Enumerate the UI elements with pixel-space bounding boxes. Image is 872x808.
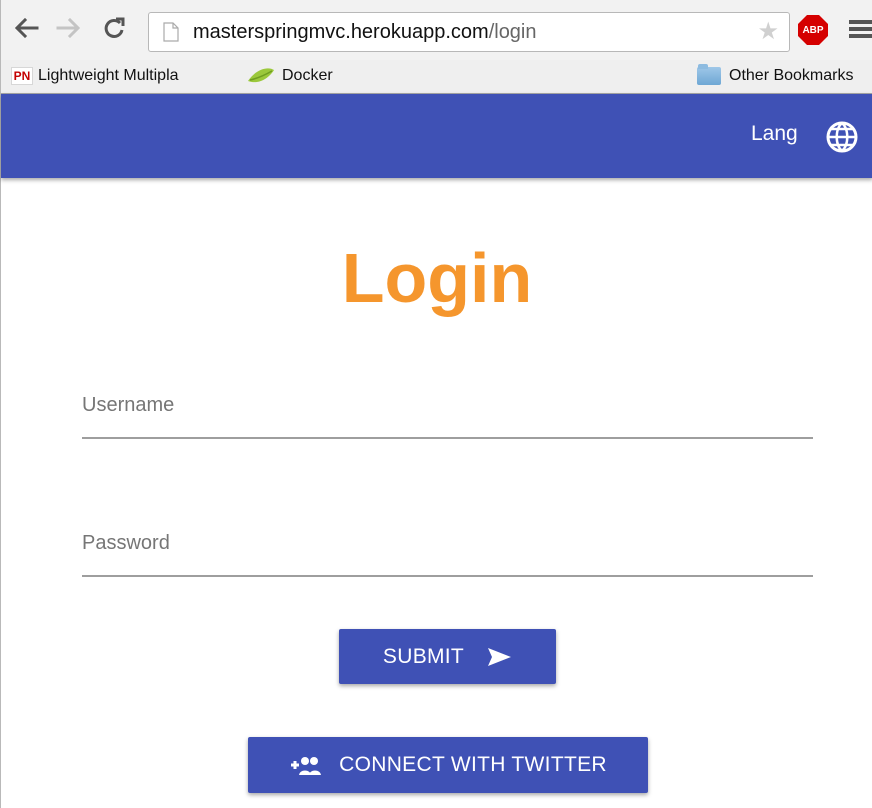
bookmark-folder-other[interactable]: Other Bookmarks [697, 64, 853, 88]
leaf-icon [248, 68, 274, 83]
bookmark-label: Docker [282, 67, 333, 84]
submit-label: SUBMIT [382, 644, 465, 668]
browser-window: masterspringmvc.herokuapp.com/login ★ AB… [0, 0, 872, 808]
send-icon [488, 647, 512, 666]
username-input[interactable] [82, 385, 813, 425]
adblock-icon[interactable]: ABP [798, 15, 828, 45]
bookmark-label: Lightweight Multipla [38, 67, 179, 84]
browser-toolbar: masterspringmvc.herokuapp.com/login ★ AB… [1, 0, 872, 60]
forward-icon[interactable] [54, 14, 82, 42]
address-bar[interactable]: masterspringmvc.herokuapp.com/login ★ [148, 12, 790, 52]
bookmarks-bar: PN Lightweight Multipla Docker Other Boo… [1, 60, 872, 94]
star-icon[interactable]: ★ [757, 20, 779, 44]
page-icon [163, 22, 179, 42]
url-text: masterspringmvc.herokuapp.com/login [193, 21, 537, 44]
url-domain: masterspringmvc.herokuapp.com [193, 21, 489, 43]
password-field[interactable] [82, 523, 813, 577]
adblock-label: ABP [802, 24, 824, 36]
connect-twitter-button[interactable]: CONNECT WITH TWITTER [248, 737, 648, 793]
language-label[interactable]: Lang [751, 122, 798, 146]
add-people-icon [291, 757, 322, 775]
globe-icon[interactable] [825, 120, 859, 154]
password-input[interactable] [82, 523, 813, 563]
twitter-label: CONNECT WITH TWITTER [339, 753, 607, 776]
menu-icon[interactable] [849, 20, 872, 38]
bookmark-label: Other Bookmarks [729, 67, 854, 84]
bookmark-docker[interactable]: Docker [247, 64, 333, 88]
page-title: Login [341, 239, 533, 317]
username-field[interactable] [82, 385, 813, 439]
bookmark-lightweight-multiplayer[interactable]: PN Lightweight Multipla [11, 64, 179, 88]
reload-icon[interactable] [100, 14, 128, 42]
pn-icon: PN [11, 67, 33, 85]
app-bar: Lang [1, 94, 872, 178]
back-icon[interactable] [13, 14, 41, 42]
folder-icon [697, 64, 721, 85]
submit-button[interactable]: SUBMIT [339, 629, 556, 684]
url-path: /login [488, 21, 537, 43]
